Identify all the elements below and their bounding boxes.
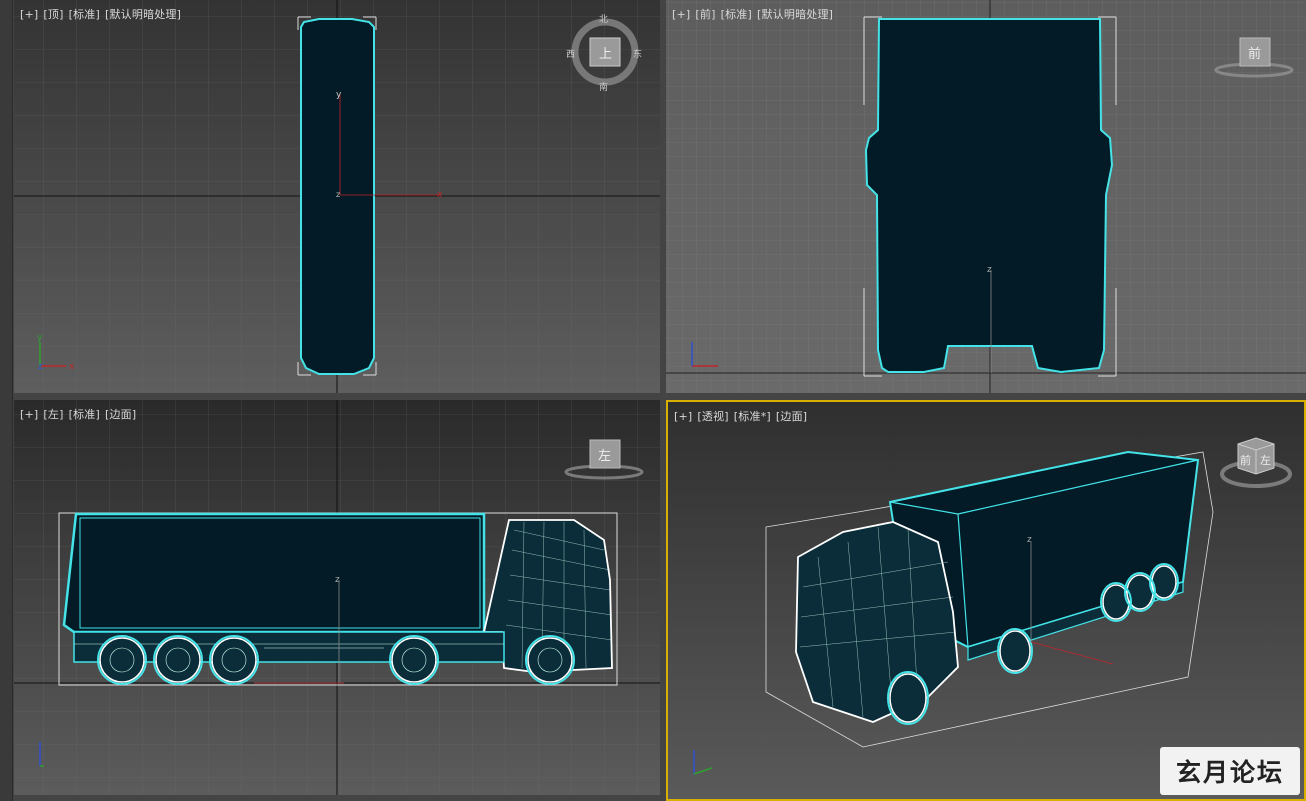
svg-text:y: y bbox=[336, 90, 342, 100]
viewport-shading-menu[interactable]: [默认明暗处理] bbox=[757, 8, 833, 21]
viewport-perspective-label[interactable]: [+] [透视] [标准*] [边面] bbox=[674, 408, 812, 424]
viewport-front-canvas: z 前 bbox=[666, 0, 1306, 393]
viewport-top[interactable]: y x z x y z 上 北 南 东 西 [+] [顶] [标准] [默认明暗处理] bbox=[14, 0, 660, 393]
viewcube-face-label: 上 bbox=[599, 47, 612, 62]
compass-north: 北 bbox=[599, 14, 608, 25]
axis-z-label: z bbox=[38, 362, 43, 372]
svg-text:z: z bbox=[336, 190, 340, 199]
viewport-plus-menu[interactable]: [+] bbox=[674, 410, 692, 423]
svg-text:z: z bbox=[335, 575, 340, 585]
viewport-plus-menu[interactable]: [+] bbox=[672, 8, 690, 21]
axis-y-label: y bbox=[37, 333, 43, 343]
viewport-plus-menu[interactable]: [+] bbox=[20, 8, 38, 21]
viewport-camera-menu[interactable]: [标准] bbox=[721, 8, 752, 21]
truck-side-wireframe bbox=[62, 512, 613, 685]
viewport-view-menu[interactable]: [透视] bbox=[697, 410, 728, 423]
viewport-perspective-canvas: z 前 左 bbox=[693, 437, 1292, 775]
viewport-top-label[interactable]: [+] [顶] [标准] [默认明暗处理] bbox=[20, 6, 186, 22]
left-command-strip[interactable] bbox=[0, 0, 13, 801]
svg-text:z: z bbox=[987, 265, 992, 275]
viewcube-face-left: 左 bbox=[1260, 454, 1271, 467]
compass-west: 西 bbox=[566, 49, 575, 60]
viewcube-perspective[interactable]: 前 左 bbox=[1220, 437, 1292, 488]
cab-persp bbox=[795, 521, 959, 723]
viewport-shading-menu[interactable]: [边面] bbox=[776, 410, 807, 423]
viewcube-face-front: 前 bbox=[1240, 453, 1251, 467]
viewcube-face-label: 前 bbox=[1248, 46, 1261, 62]
viewcube-face-label: 左 bbox=[598, 449, 611, 464]
viewport-camera-menu[interactable]: [标准*] bbox=[734, 410, 771, 423]
truck-front-silhouette bbox=[864, 18, 1114, 374]
viewport-plus-menu[interactable]: [+] bbox=[20, 408, 38, 421]
compass-east: 东 bbox=[633, 48, 642, 60]
viewport-front[interactable]: z 前 [+] [前] [标准] [默认明暗处理] bbox=[666, 0, 1306, 393]
viewport-top-canvas: y x z x y z 上 北 南 东 西 bbox=[14, 0, 660, 393]
axis-x-label: x bbox=[69, 362, 75, 372]
svg-text:z: z bbox=[1027, 535, 1032, 545]
viewport-camera-menu[interactable]: [标准] bbox=[69, 8, 100, 21]
viewport-view-menu[interactable]: [前] bbox=[695, 8, 715, 21]
viewport-left[interactable]: z 左 [+] [左] [标准] [边面] bbox=[14, 400, 660, 795]
viewport-view-menu[interactable]: [左] bbox=[43, 408, 63, 421]
viewport-view-menu[interactable]: [顶] bbox=[43, 8, 63, 21]
viewport-left-canvas: z 左 bbox=[14, 400, 660, 795]
svg-text:x: x bbox=[437, 190, 443, 200]
viewport-perspective[interactable]: z 前 左 [+] [透视] [标准*] [边面] bbox=[666, 400, 1306, 801]
viewport-left-label[interactable]: [+] [左] [标准] [边面] bbox=[20, 406, 141, 422]
watermark-badge: 玄月论坛 bbox=[1160, 747, 1300, 795]
viewport-camera-menu[interactable]: [标准] bbox=[69, 408, 100, 421]
viewport-shading-menu[interactable]: [边面] bbox=[105, 408, 136, 421]
viewport-front-label[interactable]: [+] [前] [标准] [默认明暗处理] bbox=[672, 6, 838, 22]
viewport-shading-menu[interactable]: [默认明暗处理] bbox=[105, 8, 181, 21]
compass-south: 南 bbox=[599, 81, 608, 93]
